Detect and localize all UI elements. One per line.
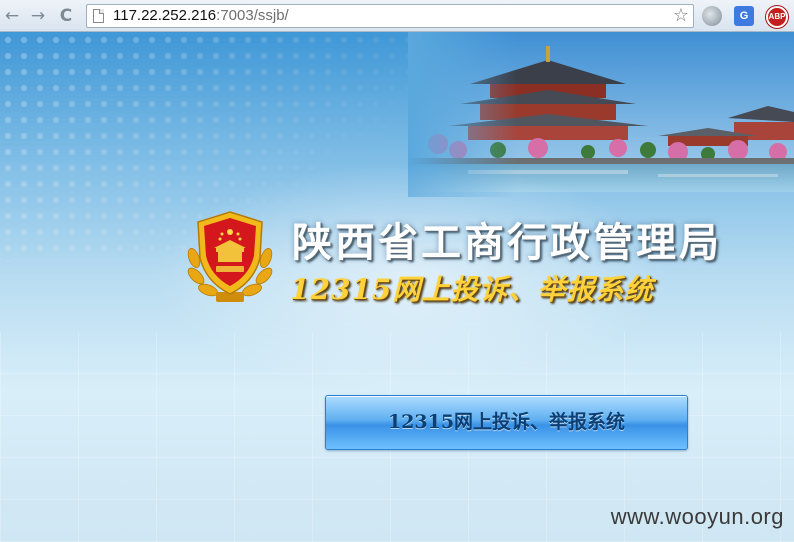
- forward-arrow-icon[interactable]: →: [28, 6, 48, 26]
- page-icon: [93, 9, 104, 23]
- reload-icon[interactable]: C: [56, 6, 76, 26]
- back-arrow-icon[interactable]: ←: [2, 6, 22, 26]
- browser-toolbar: ← → C 117.22.252.216:7003/ssjb/ ☆ G ABP: [0, 0, 794, 32]
- translate-icon[interactable]: G: [734, 6, 754, 26]
- industry-commerce-emblem-icon: [187, 211, 273, 302]
- page-viewport: 陕西省工商行政管理局 12315网上投诉、举报系统 12315网上投诉、举报系统…: [0, 32, 794, 542]
- url-host: 117.22.252.216: [113, 7, 217, 24]
- watermark-text: www.wooyun.org: [610, 504, 784, 529]
- page-subtitle: 12315网上投诉、举报系统: [290, 273, 654, 306]
- url-text[interactable]: 117.22.252.216:7003/ssjb/: [113, 7, 289, 25]
- adblock-icon[interactable]: ABP: [766, 6, 788, 28]
- globe-icon[interactable]: [702, 6, 722, 26]
- page-title: 陕西省工商行政管理局: [292, 219, 722, 266]
- address-bar[interactable]: 117.22.252.216:7003/ssjb/ ☆: [86, 4, 694, 28]
- url-path: :7003/ssjb/: [216, 7, 289, 24]
- bookmark-star-icon[interactable]: ☆: [673, 5, 689, 27]
- enter-complaint-system-button[interactable]: 12315网上投诉、举报系统: [325, 395, 688, 450]
